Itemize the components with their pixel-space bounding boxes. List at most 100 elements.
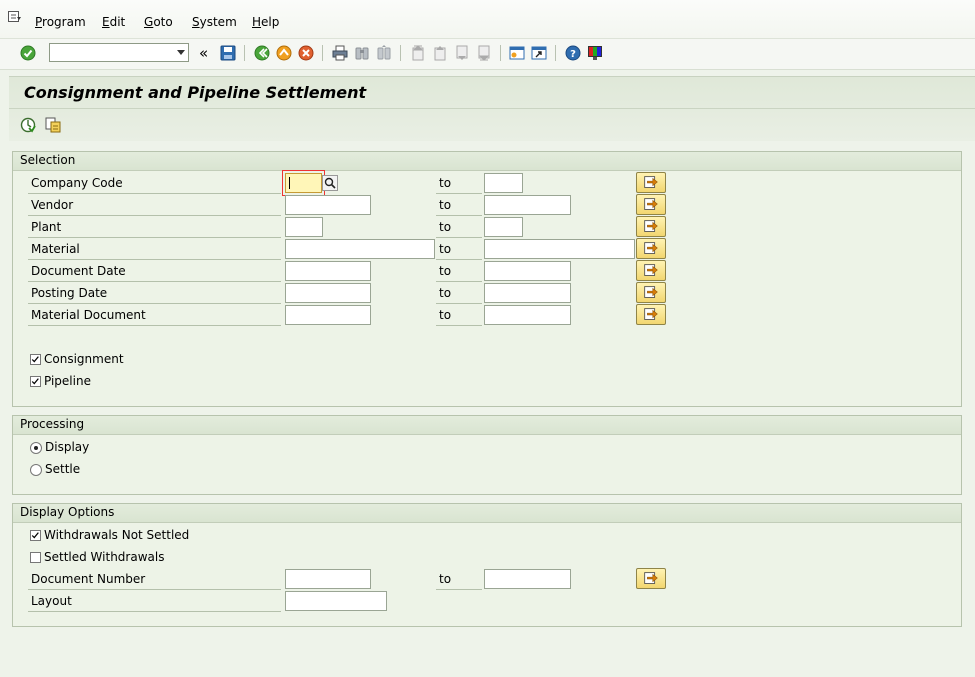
material-from-input[interactable] [285,239,435,259]
layout-input[interactable] [285,591,387,611]
material-to-input[interactable] [484,239,635,259]
chevron-down-icon[interactable] [177,50,185,55]
vendor-label: Vendor [31,198,74,212]
company-code-multiple-selection-button[interactable] [636,172,666,193]
get-variant-icon[interactable] [45,117,61,133]
display-label: Display [45,440,90,454]
label-underline [436,303,482,304]
label-underline [28,259,281,260]
back-icon[interactable] [254,45,270,61]
material-document-multiple-selection-button[interactable] [636,304,666,325]
menu-goto[interactable]: Goto [144,15,173,29]
document-date-from-input[interactable] [285,261,371,281]
label-underline [436,215,482,216]
document-number-from-input[interactable] [285,569,371,589]
label-underline [28,193,281,194]
last-page-icon[interactable] [476,45,492,61]
help-icon[interactable]: ? [565,45,581,61]
search-help-icon[interactable] [322,175,338,191]
plant-label: Plant [31,220,62,234]
consignment-checkbox[interactable] [30,354,41,365]
previous-page-icon[interactable] [432,45,448,61]
plant-from-input[interactable] [285,217,323,237]
settle-label: Settle [45,462,81,476]
layout-label: Layout [31,594,72,608]
shortcut-icon[interactable] [531,45,547,61]
posting-date-multiple-selection-button[interactable] [636,282,666,303]
menu-help[interactable]: Help [252,15,279,29]
document-date-label: Document Date [31,264,126,278]
posting-date-label: Posting Date [31,286,108,300]
plant-multiple-selection-button[interactable] [636,216,666,237]
focus-frame [282,170,325,196]
company-code-label: Company Code [31,176,123,190]
label-underline [28,325,281,326]
consignment-label: Consignment [44,352,124,366]
company-code-to-input[interactable] [484,173,523,193]
document-number-multiple-selection-button[interactable] [636,568,666,589]
menu-system[interactable]: System [192,15,237,29]
arrow-right-icon [644,176,658,188]
execute-icon[interactable] [20,117,36,133]
menu-program[interactable]: Program [35,15,86,29]
next-page-icon[interactable] [454,45,470,61]
find-icon[interactable] [354,45,370,61]
create-session-icon[interactable] [509,45,525,61]
display-radio[interactable] [30,442,42,454]
plant-to-input[interactable] [484,217,523,237]
command-field[interactable] [49,43,189,62]
menu-options-icon[interactable] [8,11,22,23]
pipeline-checkbox[interactable] [30,376,41,387]
document-date-to-input[interactable] [484,261,571,281]
to-label: to [439,220,452,234]
document-date-multiple-selection-button[interactable] [636,260,666,281]
label-underline [436,281,482,282]
to-label: to [439,242,452,256]
material-multiple-selection-button[interactable] [636,238,666,259]
label-underline [28,215,281,216]
arrow-right-icon [644,572,658,584]
menu-edit[interactable]: Edit [102,15,125,29]
display-options-group-header: Display Options [13,504,961,523]
pipeline-label: Pipeline [44,374,91,388]
to-label: to [439,176,452,190]
processing-group-header: Processing [13,416,961,435]
document-number-to-input[interactable] [484,569,571,589]
posting-date-to-input[interactable] [484,283,571,303]
document-number-label: Document Number [31,572,146,586]
material-document-from-input[interactable] [285,305,371,325]
settle-radio[interactable] [30,464,42,476]
label-underline [436,259,482,260]
withdrawals-not-settled-checkbox[interactable] [30,530,41,541]
to-label: to [439,264,452,278]
withdrawals-not-settled-label: Withdrawals Not Settled [44,528,190,542]
exit-icon[interactable] [276,45,292,61]
arrow-right-icon [644,308,658,320]
arrow-right-icon [644,242,658,254]
posting-date-from-input[interactable] [285,283,371,303]
print-icon[interactable] [332,45,348,61]
page-title: Consignment and Pipeline Settlement [24,83,367,102]
toolbar-separator [555,45,556,61]
label-underline [28,589,281,590]
label-underline [28,281,281,282]
layout-icon[interactable] [587,45,603,61]
cancel-icon[interactable] [298,45,314,61]
vendor-from-input[interactable] [285,195,371,215]
to-label: to [439,198,452,212]
first-page-icon[interactable] [410,45,426,61]
material-document-to-input[interactable] [484,305,571,325]
toolbar-separator [400,45,401,61]
enter-icon[interactable] [20,45,36,61]
checkmark-icon [31,356,39,363]
collapse-command-icon[interactable]: « [199,44,208,62]
checkmark-icon [31,532,39,539]
radio-selected-dot [34,446,38,450]
save-icon[interactable] [220,45,236,61]
settled-withdrawals-checkbox[interactable] [30,552,41,563]
find-next-icon[interactable] [376,45,392,61]
vendor-multiple-selection-button[interactable] [636,194,666,215]
selection-group-header: Selection [13,152,961,171]
arrow-right-icon [644,198,658,210]
vendor-to-input[interactable] [484,195,571,215]
